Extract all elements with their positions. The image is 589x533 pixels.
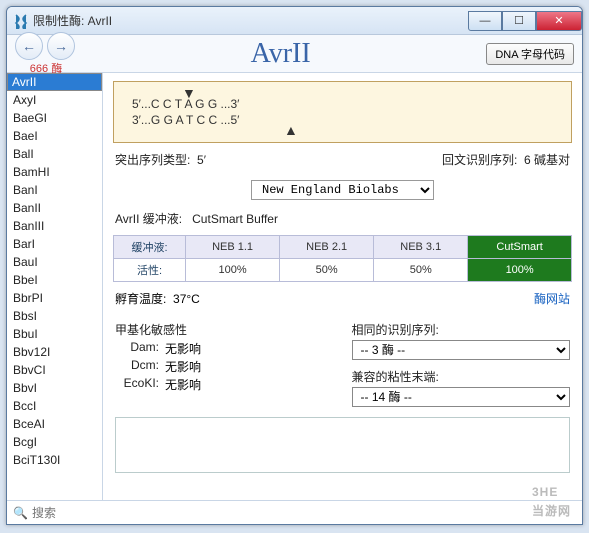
enzyme-list[interactable]: AvrIIAxyIBaeGIBaeIBalIBamHIBanIBanIIBanI… — [7, 73, 102, 500]
incubation-temp: 孵育温度: 37°C — [115, 290, 200, 307]
close-button[interactable]: ✕ — [536, 11, 582, 31]
list-item[interactable]: BciT130I — [7, 451, 102, 469]
sequence-line-2: 3′...G G A T C C ...5′ — [132, 112, 553, 128]
compat-ends-label: 兼容的粘性末端: — [352, 368, 571, 385]
list-item[interactable]: BbeI — [7, 271, 102, 289]
table-header-buffer: 缓冲液: — [114, 236, 186, 259]
app-icon — [13, 13, 29, 29]
list-item[interactable]: BbsI — [7, 307, 102, 325]
list-item[interactable]: BanIII — [7, 217, 102, 235]
search-icon: 🔍 — [13, 506, 28, 520]
same-site-label: 相同的识别序列: — [352, 321, 571, 338]
list-item[interactable]: Bbv12I — [7, 343, 102, 361]
list-item[interactable]: BbvI — [7, 379, 102, 397]
list-item[interactable]: BaeI — [7, 127, 102, 145]
minimize-button[interactable]: — — [468, 11, 502, 31]
search-bar: 🔍 — [7, 500, 582, 524]
back-button[interactable]: ← — [15, 32, 43, 60]
window-controls: — ☐ ✕ — [468, 11, 582, 31]
recognition-sequence-box: ▼ 5′...C C T A G G ...3′ 3′...G G A T C … — [113, 81, 572, 143]
list-item[interactable]: AvrII — [7, 73, 102, 91]
notes-box — [115, 417, 570, 473]
forward-button[interactable]: → — [47, 32, 75, 60]
list-item[interactable]: BauI — [7, 253, 102, 271]
supplier-row: New England Biolabs — [113, 180, 572, 200]
buffer-line: AvrII 缓冲液: CutSmart Buffer — [115, 210, 570, 227]
palindrome-info: 回文识别序列: 6 碱基对 — [442, 151, 570, 168]
sidebar: AvrIIAxyIBaeGIBaeIBalIBamHIBanIBanIIBanI… — [7, 73, 103, 500]
list-item[interactable]: BanI — [7, 181, 102, 199]
overhang-type: 突出序列类型: 5′ — [115, 151, 206, 168]
list-item[interactable]: BamHI — [7, 163, 102, 181]
window-title: 限制性酶: AvrII — [33, 12, 112, 29]
compat-ends-select[interactable]: -- 14 酶 -- — [352, 387, 571, 407]
list-item[interactable]: BccI — [7, 397, 102, 415]
buffer-activity-table: 缓冲液: NEB 1.1 NEB 2.1 NEB 3.1 CutSmart 活性… — [113, 235, 572, 282]
list-item[interactable]: BbrPI — [7, 289, 102, 307]
maximize-button[interactable]: ☐ — [502, 11, 536, 31]
list-item[interactable]: BcgI — [7, 433, 102, 451]
list-item[interactable]: AxyI — [7, 91, 102, 109]
list-item[interactable]: BanII — [7, 199, 102, 217]
search-input[interactable] — [32, 506, 576, 520]
same-site-select[interactable]: -- 3 酶 -- — [352, 340, 571, 360]
table-header-activity: 活性: — [114, 259, 186, 282]
list-item[interactable]: BaeGI — [7, 109, 102, 127]
list-item[interactable]: BalI — [7, 145, 102, 163]
list-item[interactable]: BarI — [7, 235, 102, 253]
supplier-select[interactable]: New England Biolabs — [251, 180, 434, 200]
list-item[interactable]: BceAI — [7, 415, 102, 433]
main-content: ▼ 5′...C C T A G G ...3′ 3′...G G A T C … — [103, 73, 582, 500]
list-item[interactable]: BbuI — [7, 325, 102, 343]
dna-code-button[interactable]: DNA 字母代码 — [486, 43, 574, 65]
toolbar: ← → 666 酶 AvrII DNA 字母代码 — [7, 35, 582, 73]
list-item[interactable]: BbvCI — [7, 361, 102, 379]
app-window: 限制性酶: AvrII — ☐ ✕ ← → 666 酶 AvrII DNA 字母… — [6, 6, 583, 525]
page-title: AvrII — [81, 38, 480, 70]
methylation-panel: 甲基化敏感性 Dam:无影响 Dcm:无影响 EcoKI:无影响 — [115, 321, 334, 407]
cut-marker-top-icon: ▼ — [182, 84, 196, 103]
titlebar: 限制性酶: AvrII — ☐ ✕ — [7, 7, 582, 35]
cut-marker-bottom-icon: ▲ — [284, 121, 298, 140]
enzyme-website-link[interactable]: 酶网站 — [534, 290, 570, 307]
